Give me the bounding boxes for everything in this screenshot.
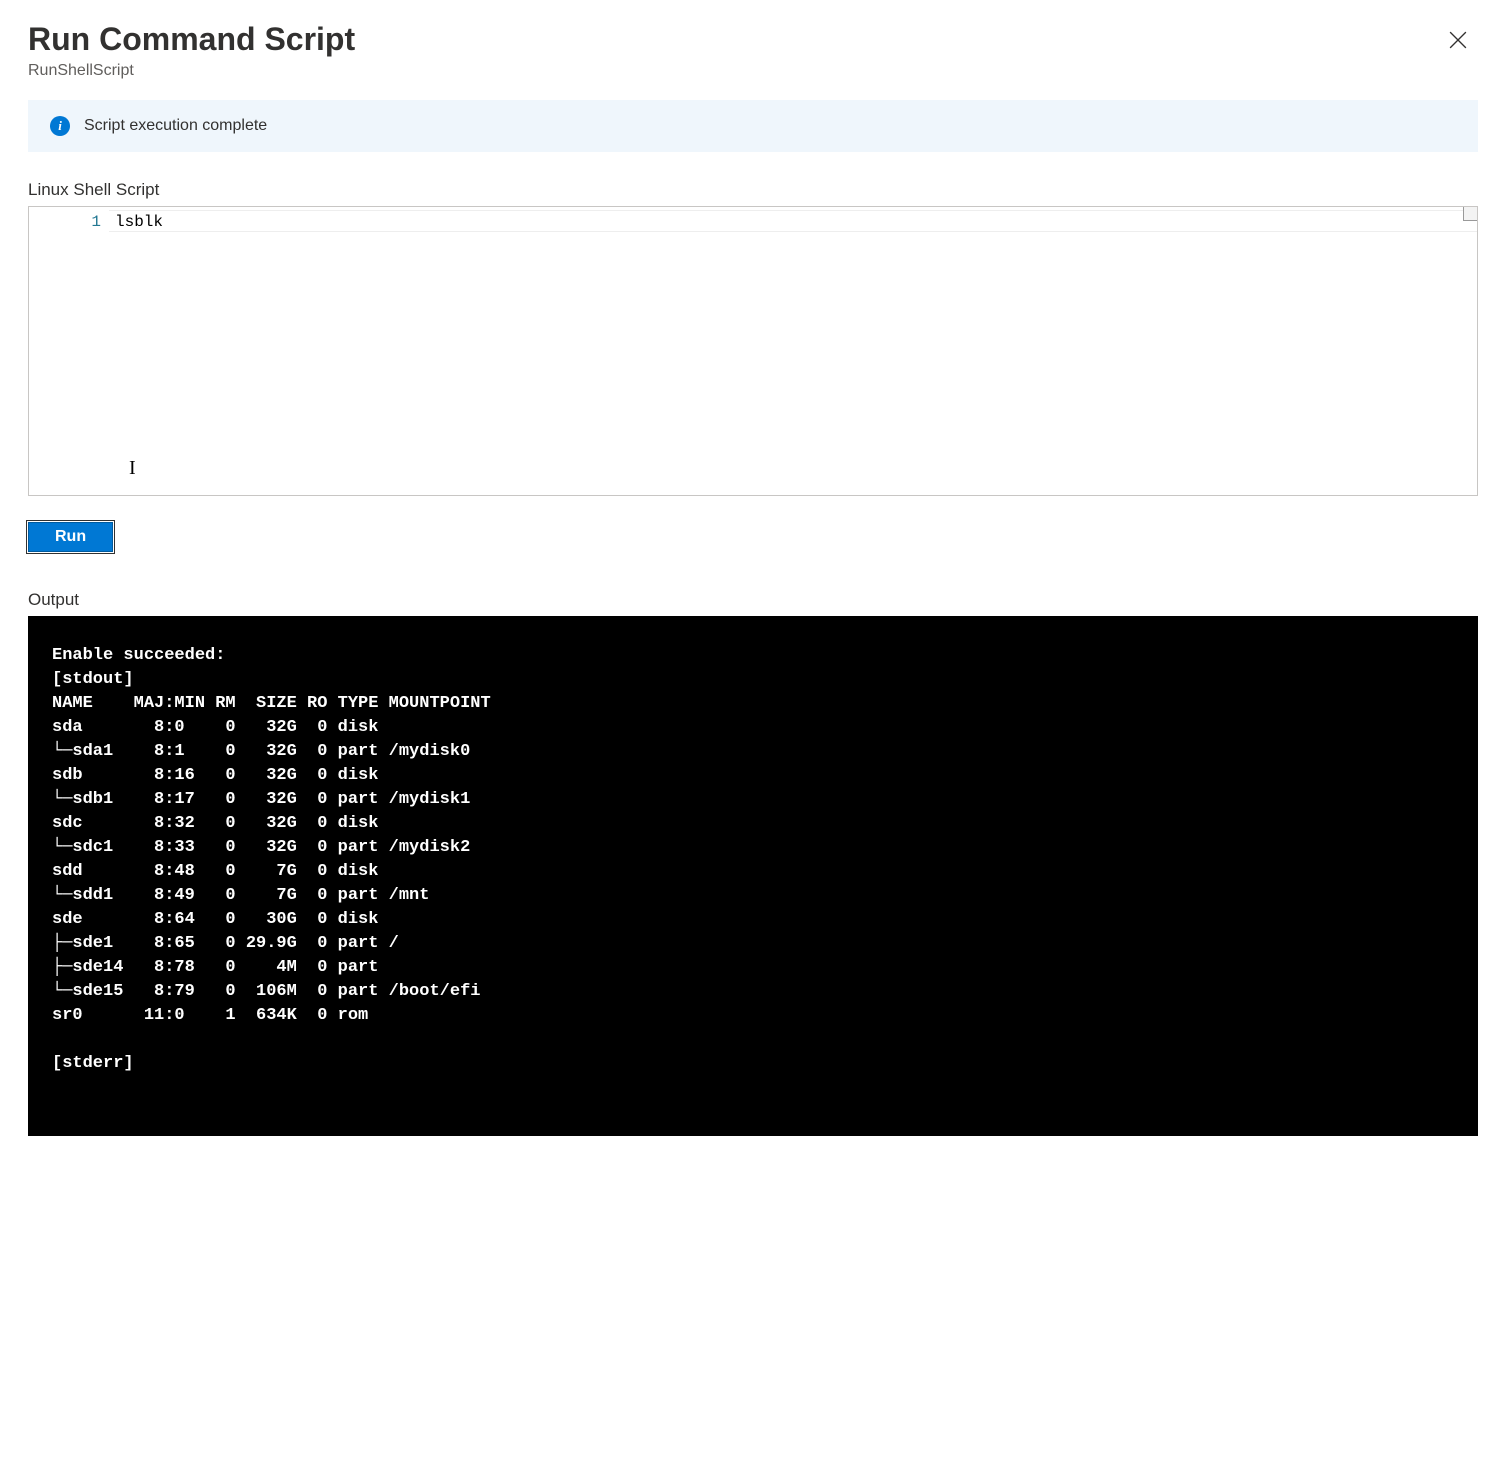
code-editor[interactable]: 1 lsblk I [28,206,1478,496]
output-terminal[interactable]: Enable succeeded: [stdout] NAME MAJ:MIN … [28,616,1478,1136]
close-icon [1449,31,1467,49]
output-label: Output [28,590,1478,610]
status-message: Script execution complete [84,117,267,135]
line-number: 1 [33,211,101,233]
code-line: lsblk [115,211,1471,233]
close-button[interactable] [1438,20,1478,60]
page-title: Run Command Script [28,20,1438,58]
run-button[interactable]: Run [28,522,113,552]
page-subtitle: RunShellScript [28,62,1438,80]
editor-gutter: 1 [29,207,109,495]
editor-label: Linux Shell Script [28,180,1478,200]
info-icon: i [50,116,70,136]
status-banner: i Script execution complete [28,100,1478,152]
code-area[interactable]: lsblk [109,207,1477,495]
